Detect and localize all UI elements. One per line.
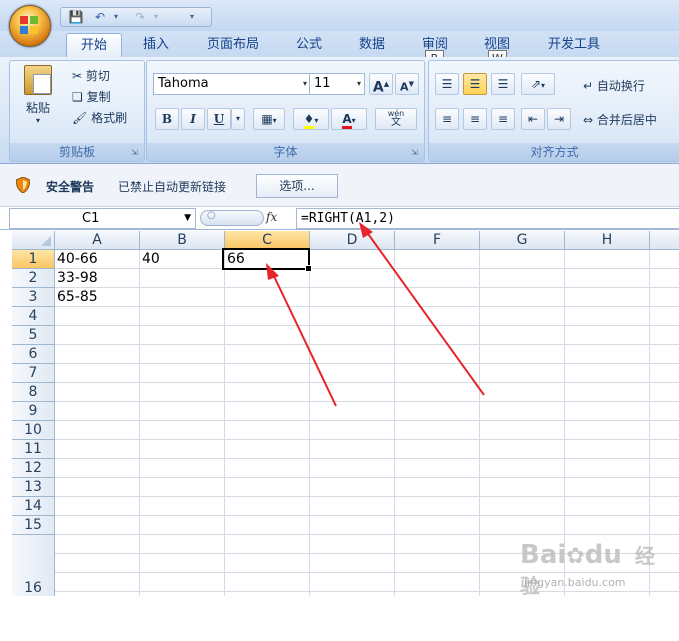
paw-icon: ✿ bbox=[566, 544, 585, 569]
arrow-to-cell-icon bbox=[266, 263, 337, 407]
office-logo-icon bbox=[20, 16, 40, 36]
annotation-arrows bbox=[266, 222, 485, 407]
watermark-url: jingyan.baidu.com bbox=[524, 576, 626, 589]
watermark-brand: Bai bbox=[520, 540, 567, 570]
arrow-to-formula-icon bbox=[359, 222, 485, 396]
watermark-brand2: du bbox=[584, 540, 622, 570]
baidu-watermark: Bai✿du 经验 jingyan.baidu.com bbox=[520, 540, 670, 600]
office-button[interactable] bbox=[9, 5, 51, 47]
